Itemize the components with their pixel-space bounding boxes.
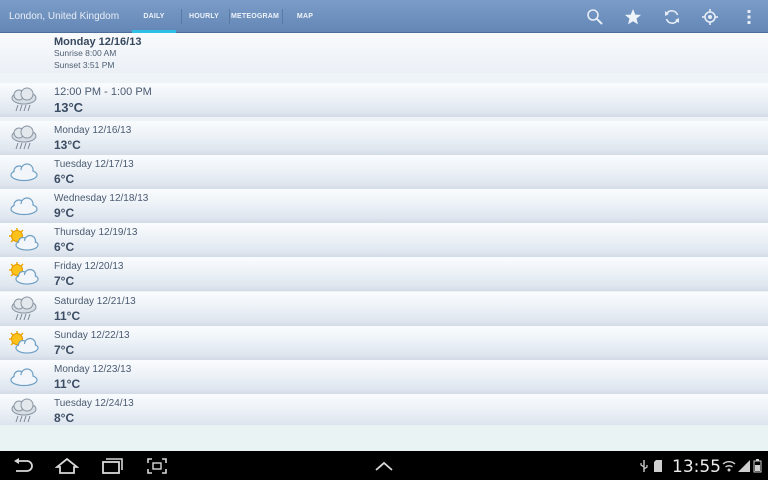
tab-divider [282,9,283,24]
cloud-icon [7,193,40,219]
cloud-icon [7,364,40,390]
day-date: Monday 12/23/13 [54,364,132,375]
rain-cloud-icon [7,296,40,322]
sun-cloud-icon [7,330,40,356]
day-row[interactable]: Friday 12/20/13 7°C [0,257,768,291]
current-hour-row[interactable]: 12:00 PM - 1:00 PM 13°C [0,83,768,117]
day-date: Sunday 12/22/13 [54,330,130,341]
recent-apps-icon[interactable] [100,455,124,477]
day-row[interactable]: Wednesday 12/18/13 9°C [0,189,768,223]
day-temp: 6°C [54,172,75,186]
forecast-list[interactable]: Monday 12/16/13 Sunrise 8:00 AM Sunset 3… [0,33,768,451]
star-icon[interactable] [622,6,644,28]
sunset-time: Sunset 3:51 PM [54,60,115,70]
day-row[interactable]: Saturday 12/21/13 11°C [0,292,768,326]
system-clock: 13:55 [672,457,721,477]
signal-icon [738,459,750,473]
day-date: Friday 12/20/13 [54,261,124,272]
day-date: Monday 12/16/13 [54,125,132,136]
cloud-icon [7,159,40,185]
usb-icon [639,459,649,473]
refresh-icon[interactable] [661,6,683,28]
tab-hourly[interactable]: HOURLY [184,0,224,33]
day-row[interactable]: Tuesday 12/17/13 6°C [0,155,768,189]
app-bar: London, United Kingdom DAILY HOURLY METE… [0,0,768,33]
day-temp: 11°C [54,377,81,391]
tab-meteogram[interactable]: METEOGRAM [231,0,279,33]
tab-divider [181,9,182,24]
day-temp: 8°C [54,411,75,425]
rain-cloud-icon [7,398,40,424]
sun-cloud-icon [7,227,40,253]
day-summary: Monday 12/16/13 Sunrise 8:00 AM Sunset 3… [0,33,768,73]
day-row[interactable]: Sunday 12/22/13 7°C [0,326,768,360]
wifi-icon [722,459,736,473]
day-row[interactable]: Monday 12/16/13 13°C [0,121,768,155]
back-icon[interactable] [11,455,35,477]
day-temp: 7°C [54,343,75,357]
tab-daily[interactable]: DAILY [132,0,176,33]
day-date: Thursday 12/19/13 [54,227,138,238]
day-temp: 13°C [54,138,81,152]
sunrise-time: Sunrise 8:00 AM [54,48,117,58]
overflow-menu-icon[interactable] [738,6,760,28]
day-row[interactable]: Thursday 12/19/13 6°C [0,223,768,257]
search-icon[interactable] [584,6,606,28]
rain-cloud-icon [7,87,40,113]
tab-map[interactable]: MAP [286,0,324,33]
day-row[interactable]: Monday 12/23/13 11°C [0,360,768,394]
day-temp: 9°C [54,206,75,220]
day-temp: 11°C [54,309,81,323]
sd-card-icon [653,459,663,473]
list-footer [0,425,768,451]
rain-cloud-icon [7,125,40,151]
day-date: Saturday 12/21/13 [54,296,136,307]
day-row[interactable]: Tuesday 12/24/13 8°C [0,394,768,428]
system-bar: 13:55 [0,451,768,480]
summary-date: Monday 12/16/13 [54,36,142,48]
day-temp: 6°C [54,240,75,254]
battery-icon [753,459,762,473]
day-temp: 7°C [54,274,75,288]
current-hour-temp: 13°C [54,100,84,115]
current-hour-time: 12:00 PM - 1:00 PM [54,86,152,98]
screenshot-icon[interactable] [145,455,169,477]
sun-cloud-icon [7,261,40,287]
day-date: Tuesday 12/17/13 [54,159,134,170]
tab-divider [229,9,230,24]
home-icon[interactable] [55,455,79,477]
locate-icon[interactable] [699,6,721,28]
day-date: Tuesday 12/24/13 [54,398,134,409]
day-date: Wednesday 12/18/13 [54,193,149,204]
up-chevron-icon[interactable] [372,455,396,477]
location-title[interactable]: London, United Kingdom [9,11,119,22]
